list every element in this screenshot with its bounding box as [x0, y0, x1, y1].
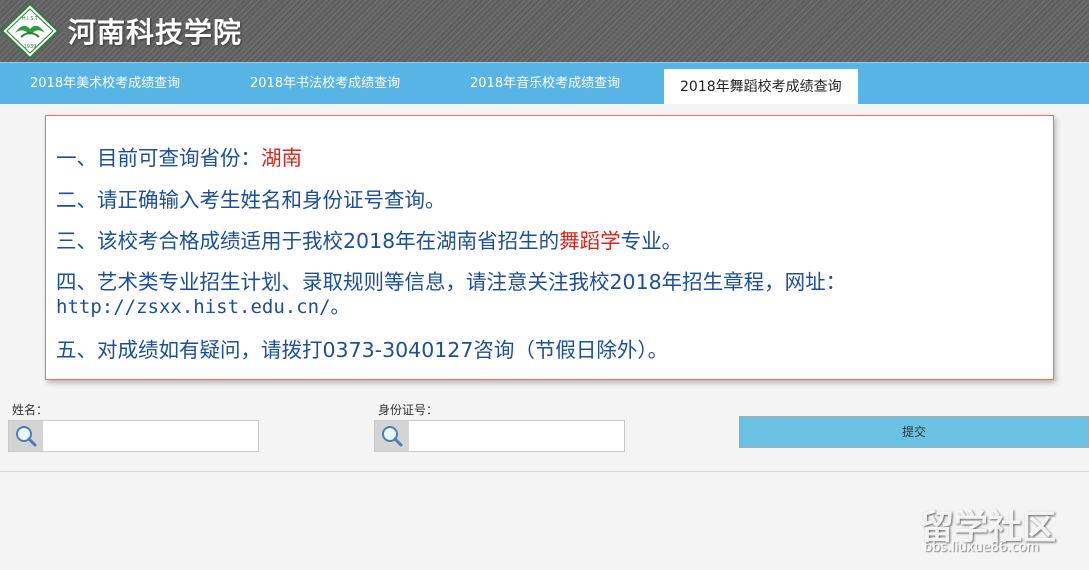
major-highlight: 舞蹈学 — [559, 229, 621, 253]
name-field — [8, 420, 259, 452]
id-number-input[interactable] — [413, 423, 622, 451]
logo-top-text: H.I.S.T — [22, 16, 39, 22]
province-highlight: 湖南 — [261, 146, 302, 170]
site-title: 河南科技学院 — [68, 16, 243, 49]
notice-line-1-text: 一、目前可查询省份： — [56, 146, 261, 170]
notice-line-2: 二、请正确输入考生姓名和身份证号查询。 — [56, 188, 446, 212]
notice-panel: 一、目前可查询省份：湖南 二、请正确输入考生姓名和身份证号查询。 三、该校考合格… — [45, 115, 1054, 380]
logo-bottom-text: 1939 — [24, 44, 37, 50]
search-icon — [382, 426, 403, 447]
notice-line-3-text: 三、该校考合格成绩适用于我校2018年在湖南省招生的 — [56, 229, 560, 253]
admissions-url[interactable]: http://zsxx.hist.edu.cn/。 — [56, 292, 350, 319]
watermark: 留学社区 bbs.liuxue86.com — [920, 500, 1080, 560]
name-label: 姓名： — [12, 403, 49, 417]
tab-dance-scores[interactable]: 2018年舞蹈校考成绩查询 — [664, 69, 858, 104]
notice-line-1: 一、目前可查询省份：湖南 — [56, 141, 302, 171]
notice-line-3-suffix: 专业。 — [620, 229, 683, 253]
name-search-icon-box — [9, 421, 43, 451]
watermark-url: bbs.liuxue86.com — [924, 540, 1040, 555]
tab-music-scores[interactable]: 2018年音乐校考成绩查询 — [470, 63, 620, 104]
school-emblem-icon: H.I.S.T 1939 — [1, 3, 59, 59]
tab-art-scores[interactable]: 2018年美术校考成绩查询 — [30, 63, 180, 104]
notice-line-4: 四、艺术类专业招生计划、录取规则等信息，请注意关注我校2018年招生章程，网址： — [56, 270, 847, 294]
id-number-field — [374, 420, 625, 452]
submit-button[interactable]: 提交 — [739, 416, 1089, 448]
notice-line-3: 三、该校考合格成绩适用于我校2018年在湖南省招生的舞蹈学专业。 — [56, 224, 682, 254]
tab-bar: 2018年美术校考成绩查询 2018年书法校考成绩查询 2018年音乐校考成绩查… — [0, 62, 1089, 104]
id-number-label: 身份证号： — [378, 403, 439, 417]
name-input[interactable] — [47, 423, 256, 451]
site-header: H.I.S.T 1939 河南科技学院 — [0, 0, 1089, 62]
search-icon — [16, 426, 37, 447]
notice-line-5: 五、对成绩如有疑问，请拨打0373-3040127咨询（节假日除外）。 — [56, 338, 669, 362]
divider — [0, 471, 1089, 472]
id-search-icon-box — [375, 421, 409, 451]
tab-calligraphy-scores[interactable]: 2018年书法校考成绩查询 — [250, 63, 400, 104]
